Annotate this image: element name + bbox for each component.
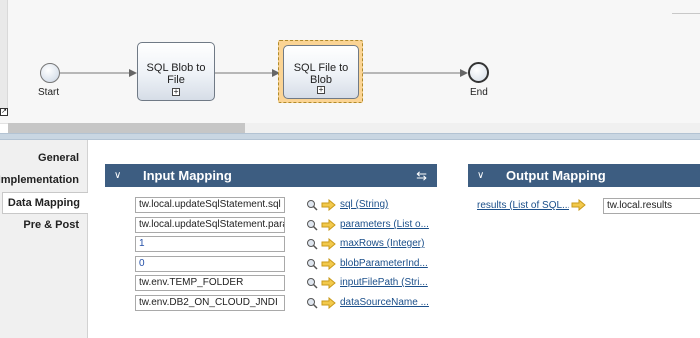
mapping-arrow-icon	[321, 199, 336, 211]
tab-implementation[interactable]: Implementation	[0, 174, 79, 186]
subprocess-expand-icon[interactable]: +	[172, 88, 180, 96]
swap-arrows-icon[interactable]: ⇆	[416, 164, 427, 187]
input-mapping-value-field[interactable]: 1	[135, 236, 285, 252]
output-mapping-title: Output Mapping	[506, 168, 606, 183]
input-mapping-value-field[interactable]: 0	[135, 256, 285, 272]
mapping-arrow-icon	[571, 199, 586, 211]
variable-picker-icon[interactable]	[306, 199, 318, 211]
task-label-line2: File	[167, 74, 185, 86]
subprocess-expand-icon[interactable]: +	[317, 86, 325, 94]
mapping-arrow-icon	[321, 258, 336, 270]
mapping-arrow-icon	[321, 297, 336, 309]
variable-picker-icon[interactable]	[306, 277, 318, 289]
start-event[interactable]	[40, 63, 60, 83]
tab-data-mapping[interactable]: Data Mapping	[2, 192, 88, 214]
input-param-link[interactable]: maxRows (Integer)	[340, 238, 432, 249]
task-label-line1: SQL Blob to	[146, 62, 206, 74]
input-param-link[interactable]: dataSourceName ...	[340, 297, 432, 308]
end-event[interactable]	[468, 62, 489, 83]
input-mapping-title: Input Mapping	[143, 168, 232, 183]
tab-general[interactable]: General	[38, 152, 79, 164]
task-label-line1: SQL File to	[293, 62, 349, 74]
scrollbar-thumb[interactable]	[8, 123, 245, 133]
chevron-down-icon[interactable]: ∨	[114, 164, 121, 187]
mapping-arrow-icon	[321, 219, 336, 231]
output-mapping-header[interactable]: ∨ Output Mapping	[468, 164, 700, 187]
variable-picker-icon[interactable]	[306, 219, 318, 231]
properties-tabs: General Implementation Data Mapping Pre …	[0, 140, 88, 338]
input-mapping-value-field[interactable]: tw.env.DB2_ON_CLOUD_JNDI	[135, 295, 285, 311]
input-mapping-header[interactable]: ∨ Input Mapping ⇆	[105, 164, 437, 187]
chevron-down-icon[interactable]: ∨	[477, 164, 484, 187]
task-sql-file-to-blob[interactable]: SQL File to Blob +	[283, 45, 359, 99]
input-mapping-value-field[interactable]: tw.local.updateSqlStatement.parameters	[135, 217, 285, 233]
process-diagram-canvas[interactable]: Start SQL Blob to File + SQL File to Blo…	[0, 0, 700, 124]
start-event-label: Start	[38, 87, 60, 98]
variable-picker-icon[interactable]	[306, 258, 318, 270]
input-mapping-value-field[interactable]: tw.local.updateSqlStatement.sql	[135, 197, 285, 213]
output-variable-field[interactable]: tw.local.results	[603, 198, 700, 214]
properties-panel: General Implementation Data Mapping Pre …	[0, 140, 700, 338]
input-param-link[interactable]: sql (String)	[340, 199, 432, 210]
expand-corner-icon[interactable]: ↗	[0, 108, 8, 116]
variable-picker-icon[interactable]	[306, 297, 318, 309]
input-param-link[interactable]: blobParameterInd...	[340, 258, 432, 269]
tab-pre-post[interactable]: Pre & Post	[23, 219, 79, 231]
end-event-label: End	[470, 87, 488, 98]
mapping-arrow-icon	[321, 238, 336, 250]
task-sql-blob-to-file[interactable]: SQL Blob to File +	[137, 42, 215, 101]
input-param-link[interactable]: inputFilePath (Stri...	[340, 277, 432, 288]
input-param-link[interactable]: parameters (List o...	[340, 219, 432, 230]
panel-splitter[interactable]	[0, 133, 700, 140]
input-mapping-value-field[interactable]: tw.env.TEMP_FOLDER	[135, 275, 285, 291]
mapping-arrow-icon	[321, 277, 336, 289]
output-param-link[interactable]: results (List of SQL...	[477, 200, 569, 211]
variable-picker-icon[interactable]	[306, 238, 318, 250]
